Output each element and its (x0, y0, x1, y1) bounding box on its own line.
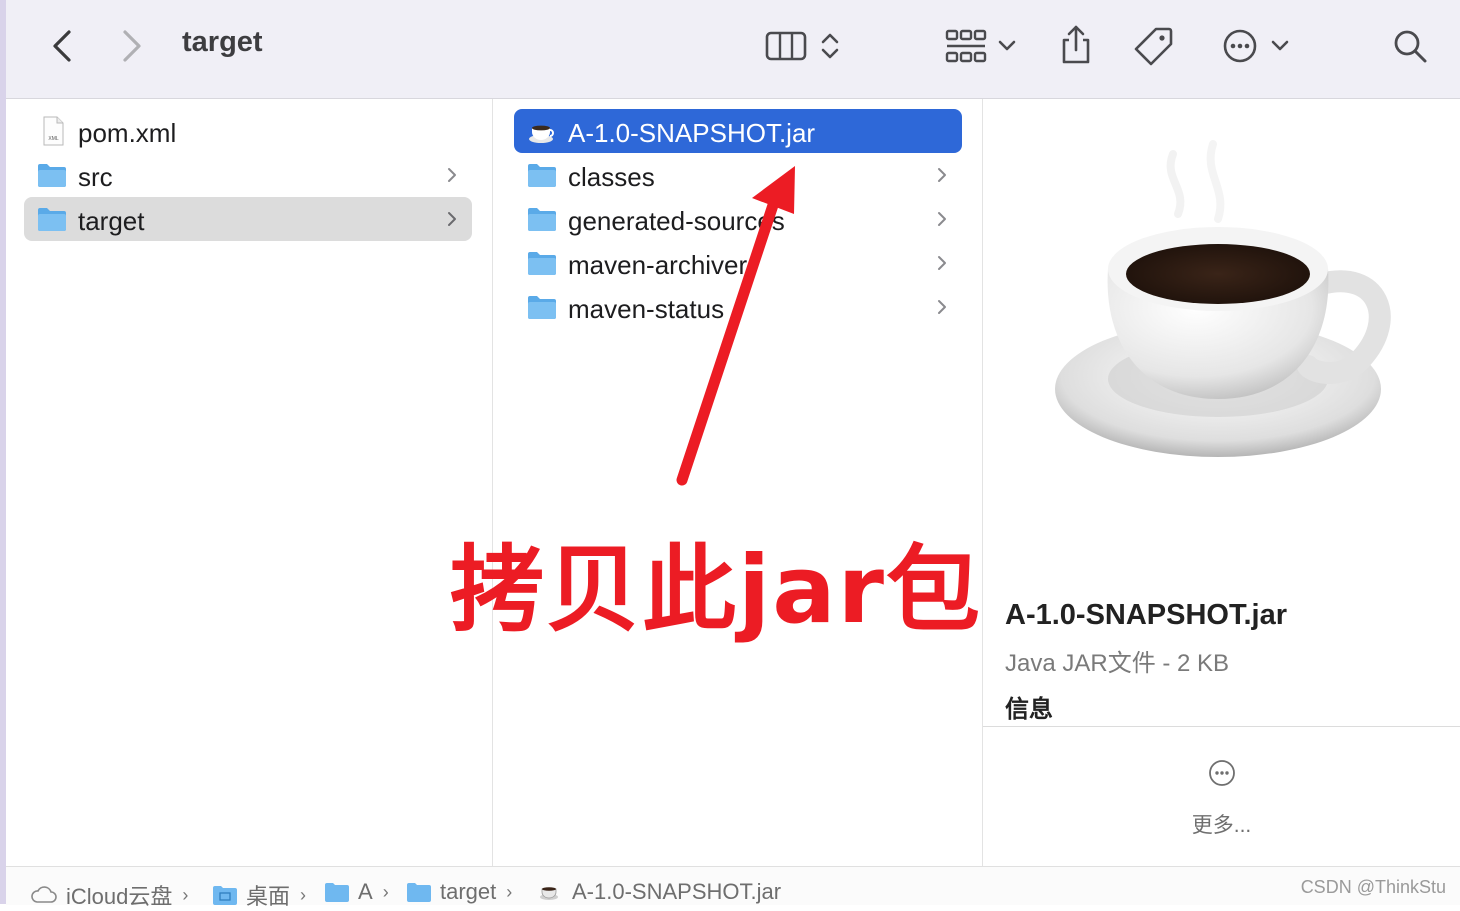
preview-pane: A-1.0-SNAPSHOT.jar Java JAR文件 - 2 KB 信息 … (983, 99, 1460, 866)
crumb-label: target (440, 879, 497, 904)
view-mode-button[interactable] (758, 26, 848, 66)
folder-icon (38, 164, 66, 187)
chevron-right-icon (938, 212, 946, 226)
search-icon (1394, 30, 1427, 63)
chevron-right-icon (448, 212, 456, 226)
folder-row-target[interactable]: target (24, 197, 472, 241)
folder-icon (528, 164, 556, 187)
folder-name: classes (568, 162, 655, 192)
toolbar: target (6, 0, 1460, 99)
cloud-icon (31, 886, 57, 903)
tag-button[interactable] (1132, 24, 1176, 68)
chevron-right-icon (448, 168, 456, 182)
crumb-label: iCloud云盘 (66, 884, 173, 909)
divider (983, 726, 1460, 727)
file-row-pom-xml[interactable]: XML pom.xml (24, 109, 472, 153)
chevron-right-icon (938, 256, 946, 270)
more-actions-button[interactable] (1218, 24, 1294, 68)
forward-button[interactable] (114, 26, 150, 66)
coffee-cup-icon (1055, 140, 1391, 457)
jar-file-icon (529, 125, 554, 143)
chevron-up-down-icon (821, 33, 839, 59)
path-crumb-desktop[interactable]: 桌面 › (212, 879, 306, 911)
ellipsis-circle-icon (1209, 760, 1235, 786)
folder-icon (38, 208, 66, 231)
path-crumb-target[interactable]: target › (406, 879, 512, 905)
file-row-jar[interactable]: A-1.0-SNAPSHOT.jar (514, 109, 962, 153)
grid-icon (945, 29, 987, 63)
file-name: A-1.0-SNAPSHOT.jar (568, 118, 816, 148)
chevron-down-icon (998, 40, 1016, 51)
folder-icon (528, 208, 556, 231)
path-crumb-a[interactable]: A › (324, 879, 389, 905)
folder-name: src (78, 162, 113, 192)
back-button[interactable] (44, 26, 80, 66)
share-button[interactable] (1056, 22, 1096, 68)
info-heading: 信息 (1005, 696, 1053, 723)
search-button[interactable] (1390, 24, 1430, 68)
path-crumb-icloud[interactable]: iCloud云盘 › (30, 879, 188, 911)
group-button[interactable] (940, 24, 1022, 68)
share-icon (1062, 25, 1090, 64)
annotation-arrow (676, 166, 795, 486)
ellipsis-circle-icon (1223, 29, 1257, 63)
window-title: target (182, 26, 263, 58)
preview-file-name: A-1.0-SNAPSHOT.jar (1005, 599, 1288, 631)
folder-name: target (78, 206, 145, 236)
crumb-label: A (358, 879, 373, 904)
folder-icon (528, 296, 556, 319)
chevron-right-icon (938, 300, 946, 314)
crumb-label: 桌面 (246, 884, 291, 909)
path-bar: iCloud云盘 › 桌面 › A › target › A-1.0-SNAPSHOT.… (6, 866, 1460, 909)
xml-file-icon: XML (43, 116, 64, 146)
preview-file-kind: Java JAR文件 - 2 KB (1005, 650, 1230, 677)
annotation-label: 拷贝此jar包 (450, 536, 983, 645)
chevron-right-icon (938, 168, 946, 182)
svg-text:XML: XML (48, 136, 59, 142)
folder-icon (407, 883, 431, 902)
crumb-label: A-1.0-SNAPSHOT.jar (572, 879, 782, 904)
folder-row-src[interactable]: src (24, 153, 472, 197)
folder-icon (325, 883, 349, 902)
tag-icon (1134, 27, 1173, 66)
column-1: XML pom.xml src target (6, 99, 493, 866)
more-label: 更多... (1191, 814, 1252, 837)
jar-file-icon (540, 887, 558, 900)
watermark: CSDN @ThinkStu (1300, 877, 1446, 897)
chevron-right-icon (123, 30, 141, 62)
file-name: pom.xml (78, 118, 177, 148)
path-crumb-jar[interactable]: A-1.0-SNAPSHOT.jar (538, 879, 781, 905)
chevron-down-icon (1271, 40, 1289, 51)
chevron-left-icon (53, 30, 71, 62)
desktop-folder-icon (213, 886, 237, 905)
columns-view-icon (765, 31, 807, 61)
folder-icon (528, 252, 556, 275)
